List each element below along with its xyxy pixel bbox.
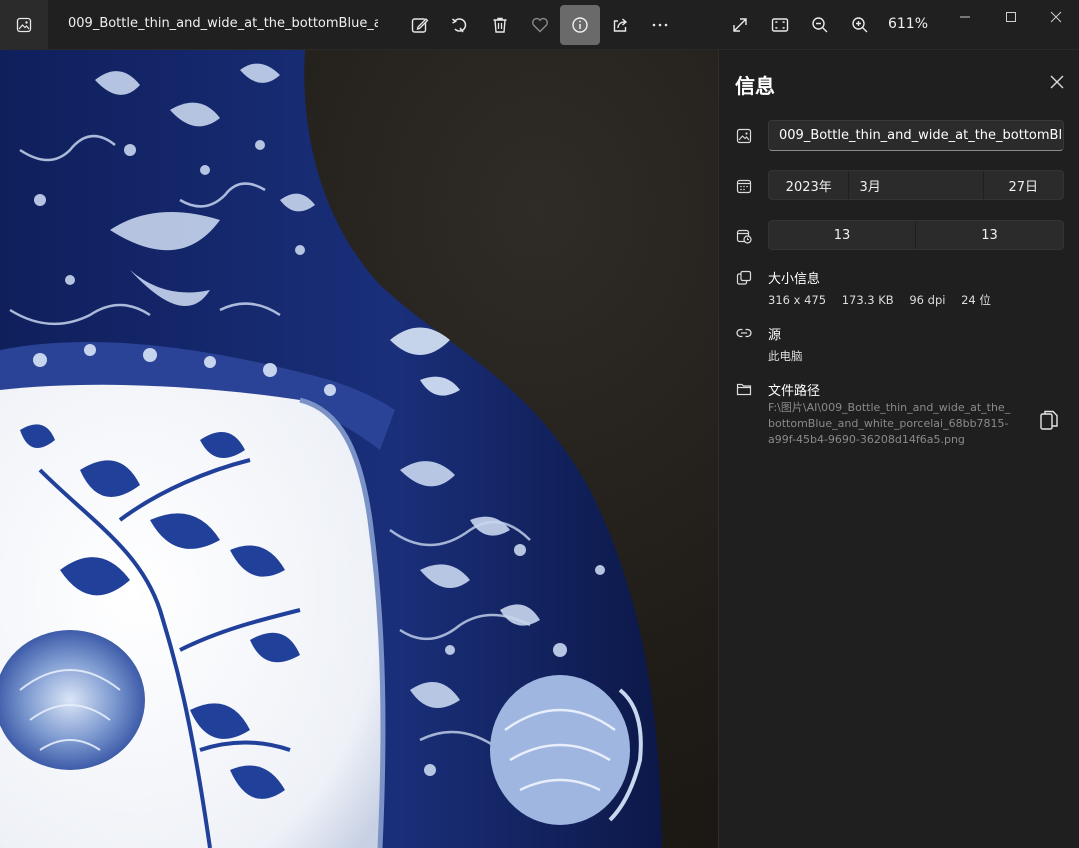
date-day[interactable]: 27日 (984, 171, 1063, 199)
zoom-out-button[interactable] (800, 5, 840, 45)
close-panel-button[interactable] (1045, 70, 1069, 94)
time-hour[interactable]: 13 (769, 221, 916, 249)
image-dpi: 96 dpi (909, 293, 946, 307)
minimize-button[interactable] (942, 0, 988, 34)
rotate-icon (452, 18, 467, 33)
file-name-field[interactable]: 009_Bottle_thin_and_wide_at_the_bottomBl… (768, 120, 1064, 151)
rotate-button[interactable] (440, 5, 480, 45)
info-button[interactable] (560, 5, 600, 45)
size-info-values: 316 x 475 173.3 KB 96 dpi 24 位 (768, 292, 1003, 308)
heart-icon (532, 17, 548, 33)
minimize-icon (960, 16, 970, 18)
share-icon (613, 18, 628, 32)
file-title: 009_Bottle_thin_and_wide_at_the_bottomBl… (68, 16, 378, 31)
image-icon (735, 127, 753, 145)
source-label: 源 (768, 328, 782, 343)
favorite-button[interactable] (520, 5, 560, 45)
size-info-label: 大小信息 (768, 272, 821, 287)
porcelain-vase-image (0, 50, 662, 848)
size-info-icon (735, 269, 753, 287)
calendar-icon (735, 177, 753, 195)
time-picker[interactable]: 13 13 (768, 220, 1064, 250)
zoom-in-button[interactable] (840, 5, 880, 45)
copy-path-button[interactable] (1037, 408, 1061, 432)
folder-icon (735, 380, 753, 398)
maximize-button[interactable] (988, 0, 1034, 34)
close-window-button[interactable] (1033, 0, 1079, 34)
zoom-level[interactable]: 611% (882, 16, 934, 32)
close-icon (1050, 11, 1062, 23)
info-panel: 信息 009_Bottle_thin_and_wide_at_the_botto… (718, 50, 1079, 848)
time-minute[interactable]: 13 (916, 221, 1063, 249)
zoom-in-icon (852, 17, 868, 33)
file-path-value[interactable]: F:\图片\AI\009_Bottle_thin_and_wide_at_the… (768, 400, 1013, 448)
delete-icon (493, 17, 507, 33)
info-icon (572, 17, 588, 33)
fullscreen-icon (733, 18, 747, 32)
more-options-button[interactable] (640, 5, 680, 45)
edit-image-icon (411, 18, 429, 33)
image-dimensions: 316 x 475 (768, 293, 827, 307)
fit-window-icon (771, 18, 789, 32)
delete-button[interactable] (480, 5, 520, 45)
fullscreen-button[interactable] (720, 5, 760, 45)
edit-image-button[interactable] (400, 5, 440, 45)
file-size: 173.3 KB (841, 293, 894, 307)
file-path-label: 文件路径 (768, 384, 821, 399)
date-year[interactable]: 2023年 (769, 171, 850, 199)
close-icon (1050, 75, 1064, 89)
link-icon (735, 324, 753, 342)
zoom-out-icon (812, 17, 828, 33)
date-picker[interactable]: 2023年 3月 27日 (768, 170, 1064, 200)
copy-icon (1040, 410, 1058, 430)
date-month[interactable]: 3月 (849, 171, 984, 199)
title-bar: 009_Bottle_thin_and_wide_at_the_bottomBl… (0, 0, 1079, 50)
source-value: 此电脑 (768, 349, 803, 363)
more-icon (652, 23, 668, 27)
photos-app-icon[interactable] (0, 0, 48, 50)
image-viewer[interactable] (0, 50, 718, 848)
bit-depth: 24 位 (961, 293, 991, 307)
panel-title: 信息 (735, 74, 775, 98)
calendar-clock-icon (735, 227, 753, 245)
maximize-icon (1006, 12, 1016, 22)
share-button[interactable] (600, 5, 640, 45)
fit-window-button[interactable] (760, 5, 800, 45)
